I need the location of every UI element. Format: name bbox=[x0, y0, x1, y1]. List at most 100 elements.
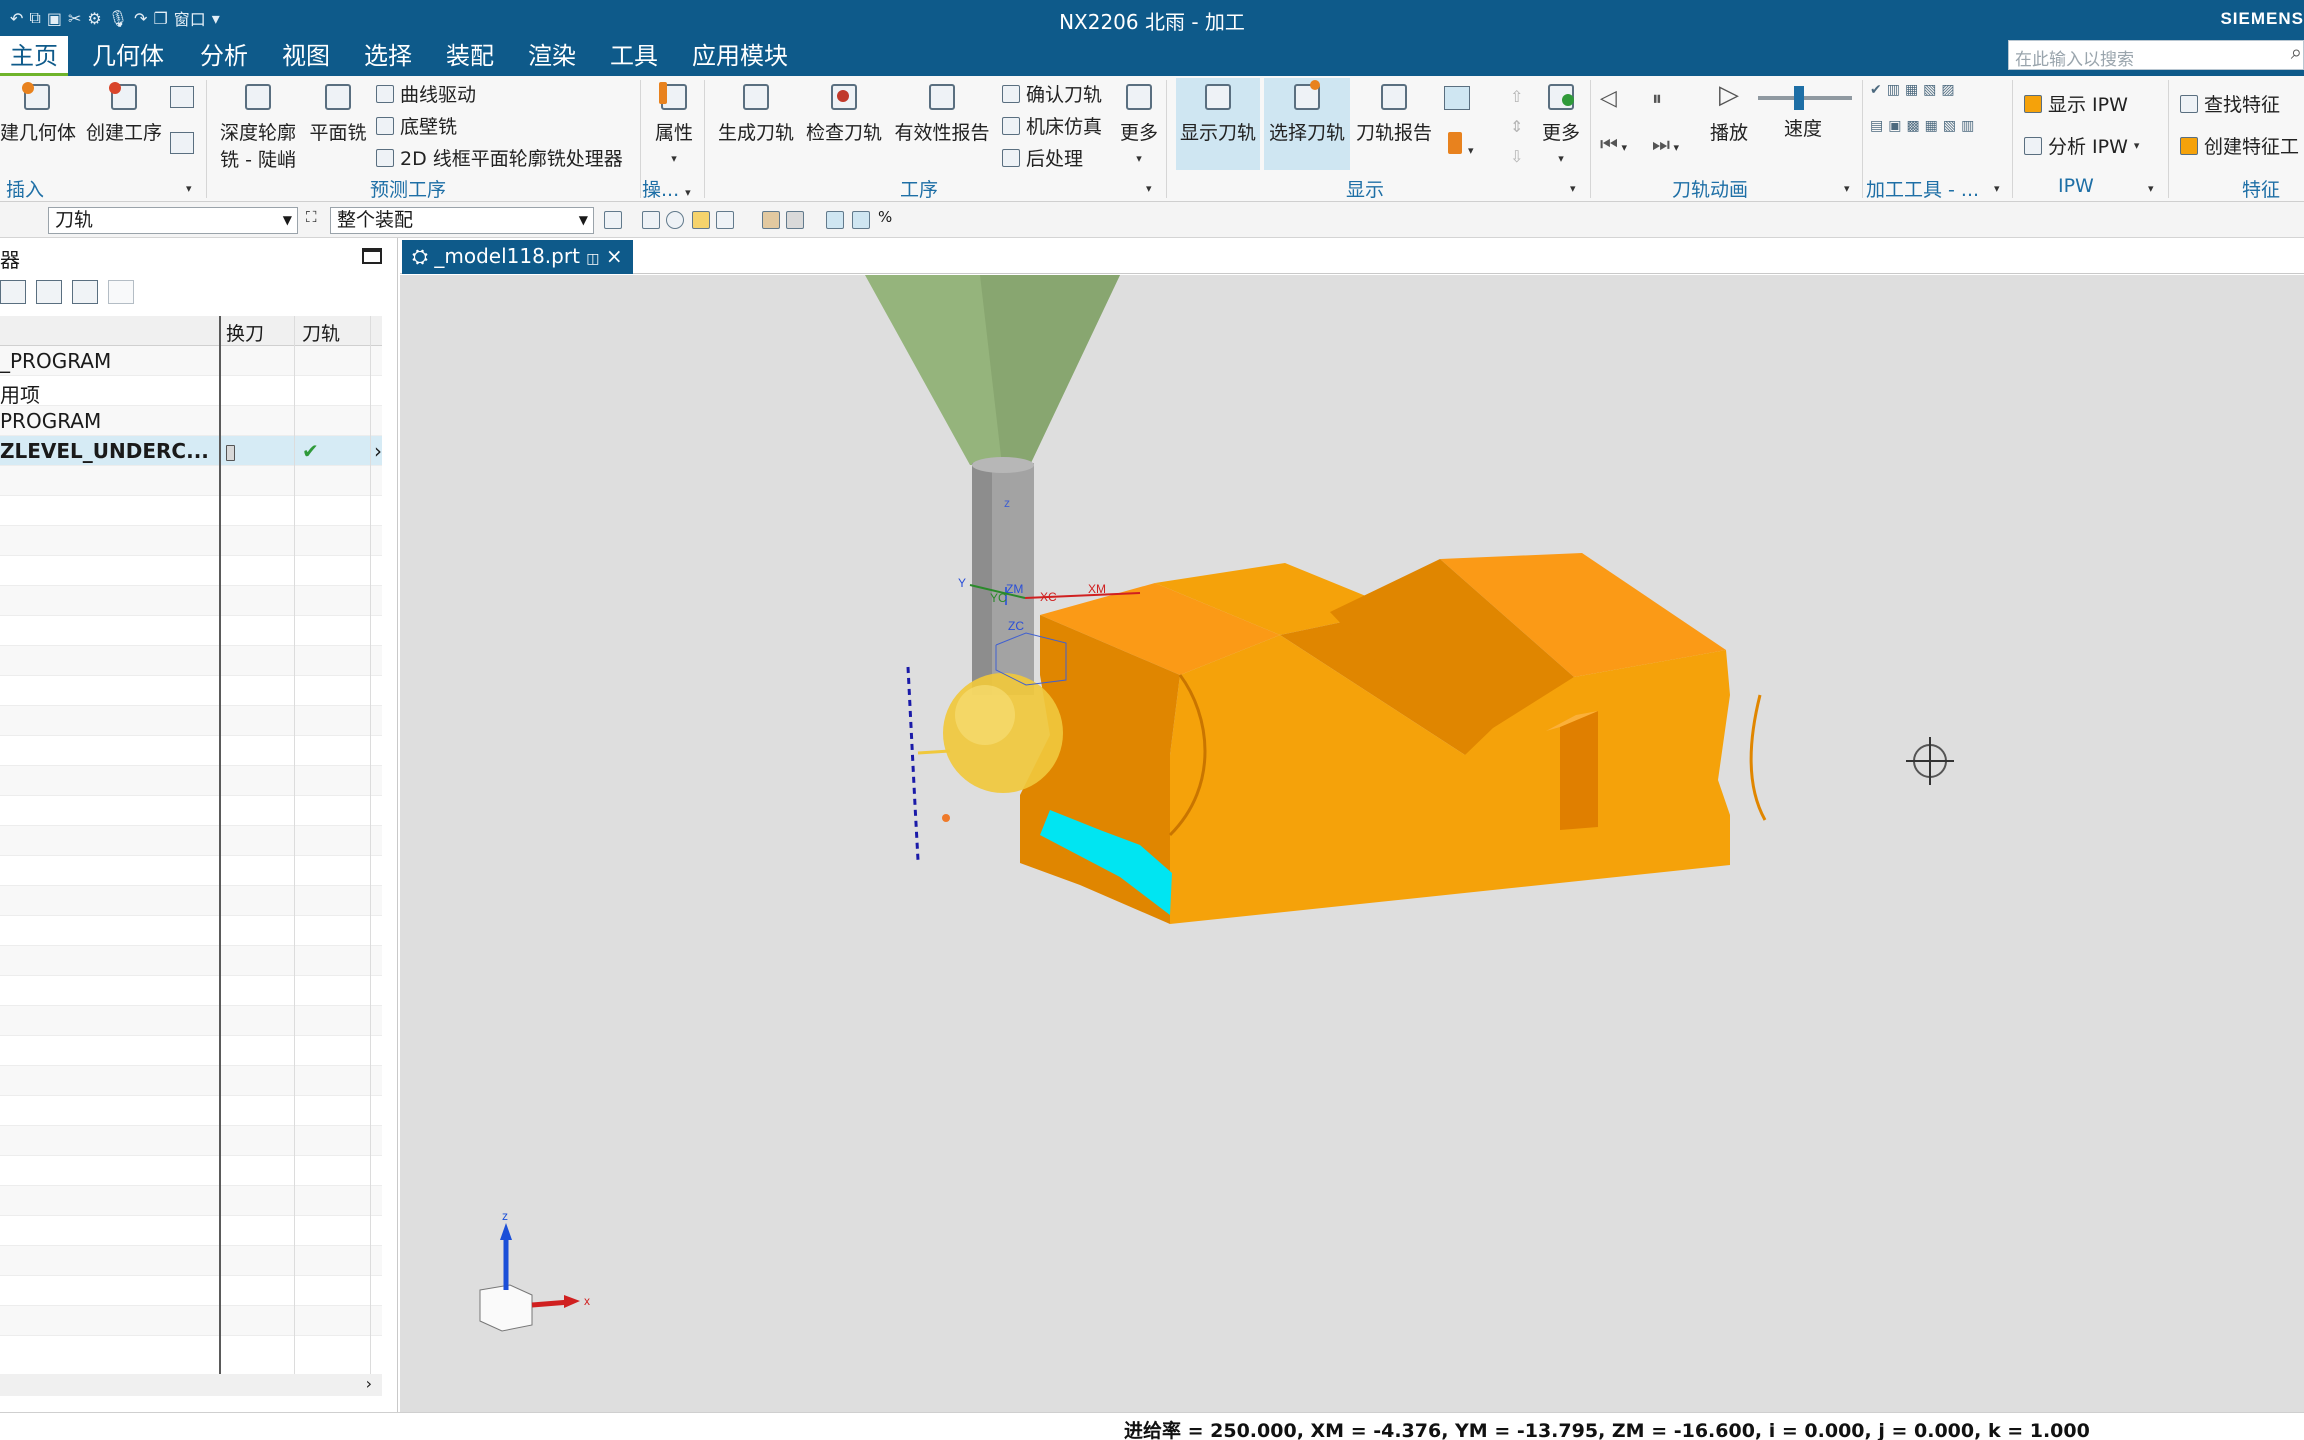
display-group-dropdown[interactable]: ▾ bbox=[1570, 175, 1576, 197]
table-row[interactable]: _PROGRAM bbox=[0, 346, 382, 376]
column-header-tool-change[interactable]: 换刀 bbox=[226, 319, 264, 346]
show-ipw-button[interactable]: 显示 IPW bbox=[2024, 90, 2128, 117]
menu-geometry[interactable]: 几何体 bbox=[82, 36, 174, 76]
operation-more-button[interactable]: 更多 ▾ bbox=[1116, 80, 1162, 167]
postprocess-button[interactable]: 后处理 bbox=[1002, 144, 1083, 171]
type-filter-dropdown[interactable]: 刀轨 ▼ bbox=[48, 207, 298, 234]
table-row[interactable]: 用项 bbox=[0, 376, 382, 407]
speed-slider-handle[interactable] bbox=[1794, 86, 1804, 110]
create-tool-button[interactable] bbox=[170, 86, 194, 113]
fast-forward-button[interactable]: ⏭ ▾ bbox=[1652, 132, 1679, 156]
search-input[interactable]: 在此输入以搜索 bbox=[2008, 40, 2304, 70]
menu-home[interactable]: 主页 bbox=[0, 36, 68, 76]
animation-group-dropdown[interactable]: ▾ bbox=[1844, 175, 1850, 197]
document-tab[interactable]: ⛭ _model118.prt ◫ × bbox=[402, 240, 633, 274]
depth-profile-steep-button[interactable]: 深度轮廓 铣 - 陡峭 bbox=[214, 80, 302, 172]
display-option-button[interactable] bbox=[1444, 86, 1470, 115]
close-icon[interactable]: × bbox=[606, 244, 623, 268]
column-divider[interactable] bbox=[370, 316, 371, 1374]
assembly-icon[interactable] bbox=[786, 211, 804, 229]
horizontal-scrollbar[interactable]: › bbox=[0, 1374, 382, 1396]
arrange-buttons[interactable]: ⇧ ⇕ ⇩ bbox=[1510, 82, 1523, 172]
table-row[interactable]: PROGRAM bbox=[0, 406, 382, 436]
floor-wall-button[interactable]: 底壁铣 bbox=[376, 112, 457, 139]
geometry-view-icon[interactable] bbox=[72, 280, 98, 304]
wireframe-profile-button[interactable]: 2D 线框平面轮廓铣处理器 bbox=[376, 144, 623, 171]
component-icon[interactable] bbox=[762, 211, 780, 229]
toolpath-point bbox=[942, 814, 950, 822]
column-header-toolpath[interactable]: 刀轨 bbox=[302, 319, 340, 346]
search-icon[interactable]: ⌕ bbox=[2291, 40, 2302, 64]
pause-button[interactable]: ⏸ bbox=[1652, 86, 1662, 110]
machine-tool-view-icon[interactable] bbox=[36, 280, 62, 304]
analyze-ipw-button[interactable]: 分析 IPW ▾ bbox=[2024, 132, 2139, 159]
toolpath-report-button[interactable]: 刀轨报告 bbox=[1352, 80, 1436, 145]
column-divider[interactable] bbox=[219, 316, 221, 1374]
speed-slider[interactable] bbox=[1758, 86, 1852, 110]
play-button[interactable]: ▷ 播放 bbox=[1706, 80, 1752, 145]
machining-tools-row-2[interactable]: ▤▣▩▦▧▥ bbox=[1870, 118, 1979, 134]
step-back-button[interactable]: ◁ bbox=[1600, 86, 1617, 111]
planar-mill-button[interactable]: 平面铣 bbox=[306, 80, 370, 145]
menu-tools[interactable]: 工具 bbox=[600, 36, 668, 76]
table-row bbox=[0, 1216, 382, 1246]
program-order-view-icon[interactable] bbox=[0, 280, 26, 304]
face-select-icon[interactable] bbox=[692, 211, 710, 229]
menu-applications[interactable]: 应用模块 bbox=[682, 36, 798, 76]
menu-view[interactable]: 视图 bbox=[272, 36, 340, 76]
model-view[interactable]: z ZM ZC Y YC XC XM z x bbox=[400, 275, 2304, 1412]
machine-simulation-button[interactable]: 机床仿真 bbox=[1002, 112, 1102, 139]
title-bar: ↶ ⧉ ▣ ✂ ⚙ 🎙 ↷ ❐ 窗口 ▾ NX2206 北雨 - 加工 SIEM… bbox=[0, 0, 2304, 36]
verify-toolpath-button[interactable]: 检查刀轨 bbox=[802, 80, 886, 145]
view-triad[interactable]: z x bbox=[479, 1209, 590, 1332]
percent-icon[interactable]: % bbox=[878, 208, 896, 226]
menu-select[interactable]: 选择 bbox=[354, 36, 422, 76]
snap-icon[interactable] bbox=[604, 211, 622, 229]
body-select-icon[interactable] bbox=[716, 211, 734, 229]
create-feature-process-button[interactable]: 创建特征工 bbox=[2180, 132, 2299, 159]
table-row bbox=[0, 1156, 382, 1186]
table-row bbox=[0, 826, 382, 856]
restore-icon[interactable]: ◫ bbox=[586, 251, 599, 267]
create-geometry-button[interactable]: 建几何体 bbox=[0, 80, 76, 145]
operation-group-dropdown[interactable]: ▾ bbox=[1146, 175, 1152, 197]
curve-drive-button[interactable]: 曲线驱动 bbox=[376, 80, 476, 107]
method-view-icon[interactable] bbox=[108, 280, 134, 304]
validity-report-button[interactable]: 有效性报告 bbox=[890, 80, 994, 145]
ipw-group-dropdown[interactable]: ▾ bbox=[2148, 175, 2154, 197]
display-more-button[interactable]: 更多 ▾ bbox=[1538, 80, 1584, 167]
show-toolpath-button[interactable]: 显示刀轨 bbox=[1176, 80, 1260, 145]
confirm-toolpath-button[interactable]: 确认刀轨 bbox=[1002, 80, 1102, 107]
tools-group-dropdown[interactable]: ▾ bbox=[1994, 175, 2000, 197]
status-text: 进给率 = 250.000, XM = -4.376, YM = -13.795… bbox=[1124, 1420, 2090, 1440]
insert-group-dropdown[interactable]: ▾ bbox=[186, 175, 192, 197]
menu-analysis[interactable]: 分析 bbox=[190, 36, 258, 76]
machining-tools-row-1[interactable]: ✔▥▦▧▨ bbox=[1870, 82, 1960, 98]
menu-render[interactable]: 渲染 bbox=[518, 36, 586, 76]
column-divider[interactable] bbox=[294, 316, 295, 1374]
graphics-viewport[interactable]: z ZM ZC Y YC XC XM z x bbox=[400, 275, 2304, 1412]
properties-icon bbox=[657, 80, 691, 114]
maximize-icon[interactable] bbox=[362, 248, 382, 264]
menu-assembly[interactable]: 装配 bbox=[436, 36, 504, 76]
filter-icon[interactable]: ⛶ bbox=[306, 208, 324, 226]
create-method-button[interactable] bbox=[170, 132, 194, 159]
display-option-icon bbox=[1444, 86, 1470, 110]
show-hide-icon[interactable] bbox=[826, 211, 844, 229]
table-row-selected[interactable]: ZLEVEL_UNDERC... ✔ › bbox=[0, 436, 382, 466]
method-icon bbox=[170, 132, 194, 154]
rewind-button[interactable]: ⏮ ▾ bbox=[1600, 132, 1627, 156]
properties-button[interactable]: 属性 ▾ bbox=[648, 80, 700, 167]
select-toolpath-button[interactable]: 选择刀轨 bbox=[1264, 80, 1350, 145]
tool-display-button[interactable]: ▾ bbox=[1448, 132, 1474, 159]
circle-select-icon[interactable] bbox=[666, 211, 684, 229]
find-feature-button[interactable]: 查找特征 bbox=[2180, 90, 2280, 117]
group-label-display: 显示 bbox=[1346, 179, 1385, 201]
selection-filter-bar: 刀轨 ▼ ⛶ 整个装配 ▼ % bbox=[0, 202, 2304, 238]
table-row bbox=[0, 526, 382, 556]
generate-toolpath-button[interactable]: 生成刀轨 bbox=[714, 80, 798, 145]
view-icon[interactable] bbox=[852, 211, 870, 229]
select-all-icon[interactable] bbox=[642, 211, 660, 229]
scope-filter-dropdown[interactable]: 整个装配 ▼ bbox=[330, 207, 594, 234]
create-operation-button[interactable]: 创建工序 bbox=[82, 80, 166, 145]
